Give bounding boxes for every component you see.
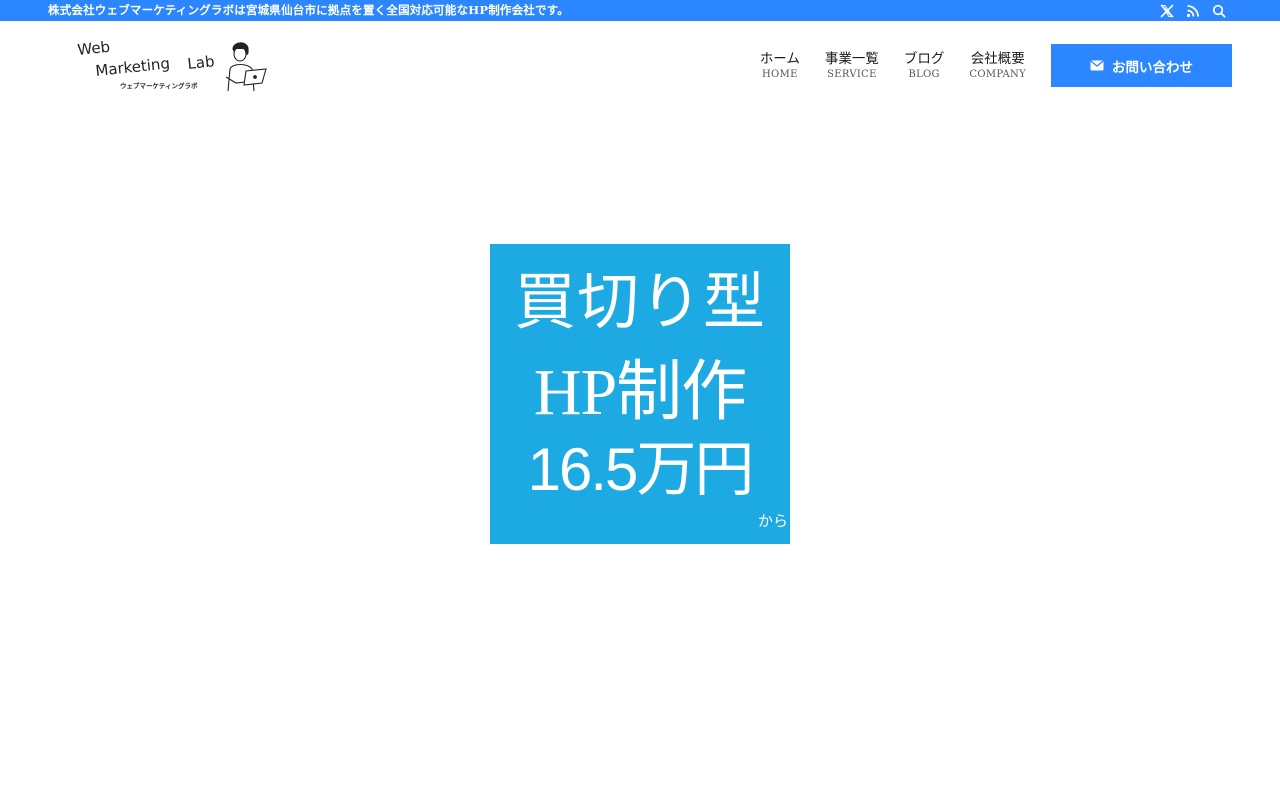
banner-subheadline: HP制作 [533, 356, 747, 429]
mail-icon [1090, 60, 1104, 71]
logo-text-lab: Lab [187, 52, 216, 73]
nav-item-service[interactable]: 事業一覧 SERVICE [825, 51, 879, 81]
nav-item-blog[interactable]: ブログ BLOG [904, 51, 945, 81]
rss-icon[interactable] [1186, 4, 1200, 18]
x-icon[interactable] [1160, 4, 1174, 18]
nav-blog-sublabel: BLOG [908, 68, 940, 80]
top-info-bar: 株式会社ウェブマーケティングラボは宮城県仙台市に拠点を置く全国対応可能なHP制作… [0, 0, 1280, 21]
nav-service-label: 事業一覧 [824, 50, 879, 67]
logo-text-web: Web [77, 39, 111, 59]
global-nav: ホーム HOME 事業一覧 SERVICE ブログ BLOG 会社概要 COMP… [760, 44, 1232, 87]
nav-home-label: ホーム [759, 50, 800, 67]
nav-company-label: 会社概要 [970, 50, 1025, 67]
top-icon-group [1160, 3, 1226, 18]
nav-home-sublabel: HOME [762, 68, 798, 80]
contact-button[interactable]: お問い合わせ [1051, 44, 1232, 87]
main-content: 買切り型 HP制作 16.5万円 から [0, 109, 1280, 800]
banner-price-suffix: から [757, 512, 788, 530]
site-header: Web Marketing Lab ウェブマーケティングラボ ホーム HOME … [0, 21, 1280, 109]
pricing-banner[interactable]: 買切り型 HP制作 16.5万円 から [490, 244, 790, 544]
banner-headline: 買切り型 [513, 265, 766, 338]
top-info-text: 株式会社ウェブマーケティングラボは宮城県仙台市に拠点を置く全国対応可能なHP制作… [48, 3, 569, 17]
nav-company-sublabel: COMPANY [969, 68, 1026, 80]
banner-price: 16.5万円 [527, 436, 755, 503]
nav-item-company[interactable]: 会社概要 COMPANY [969, 51, 1026, 81]
logo-person-illustration [225, 42, 267, 92]
nav-item-home[interactable]: ホーム HOME [760, 51, 800, 81]
logo-text-marketing: Marketing [95, 54, 171, 80]
site-logo[interactable]: Web Marketing Lab ウェブマーケティングラボ [76, 38, 268, 93]
search-icon[interactable] [1212, 4, 1226, 18]
nav-blog-label: ブログ [903, 50, 945, 67]
nav-service-sublabel: SERVICE [827, 68, 877, 80]
logo-subtext: ウェブマーケティングラボ [120, 81, 198, 90]
contact-button-label: お問い合わせ [1112, 59, 1193, 76]
